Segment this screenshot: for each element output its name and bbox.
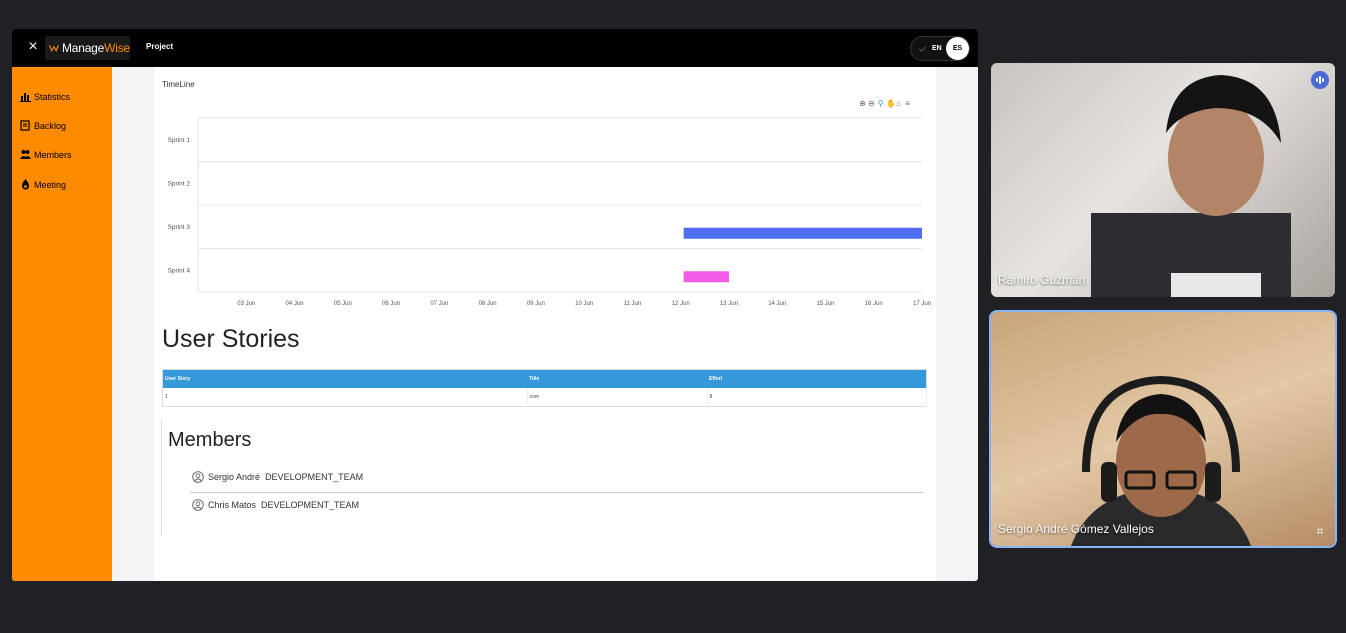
- gantt-bar: [683, 271, 729, 283]
- member-role: DEVELOPMENT_TEAM: [265, 472, 364, 482]
- sidebar-item-label: Meeting: [34, 179, 67, 190]
- participant-video: [1091, 75, 1291, 297]
- app-window: × ManageWise Project EN ES Statistics Ba…: [12, 29, 978, 581]
- x-tick-label: 05 Jun: [334, 301, 352, 307]
- column-header[interactable]: User Story: [162, 369, 527, 388]
- crop-icon[interactable]: ⌗: [1311, 522, 1329, 540]
- close-icon[interactable]: ×: [24, 38, 42, 56]
- sidebar-item-meeting[interactable]: Meeting: [20, 179, 66, 190]
- menu-icon[interactable]: ≡: [904, 100, 911, 108]
- zoom-out-icon[interactable]: ⊖: [868, 100, 875, 108]
- x-tick-label: 11 Jun: [624, 301, 642, 307]
- project-link[interactable]: Project: [146, 42, 173, 51]
- x-tick-label: 07 Jun: [430, 301, 448, 307]
- x-tick-label: 08 Jun: [479, 301, 497, 307]
- language-toggle[interactable]: EN ES: [910, 36, 970, 61]
- sidebar-item-members[interactable]: Members: [20, 149, 72, 160]
- main-content: TimeLine ⊕ ⊖ ⚲ ✋ ⌂ ≡ Sprint 1 Sprint 2 Spr…: [154, 67, 936, 581]
- column-header[interactable]: Title: [527, 369, 707, 388]
- meeting-icon: [22, 179, 29, 190]
- user-icon: [192, 471, 204, 483]
- check-icon: [918, 44, 927, 52]
- lang-es[interactable]: ES: [946, 37, 969, 60]
- member-item[interactable]: Sergio André DEVELOPMENT_TEAM: [192, 471, 363, 483]
- y-tick-label: Sprint 3: [168, 224, 191, 231]
- zoom-in-icon[interactable]: ⊕: [859, 100, 866, 108]
- x-tick-label: 17 Jun: [913, 301, 931, 307]
- sidebar-item-label: Statistics: [34, 91, 71, 102]
- timeline-title: TimeLine: [162, 80, 195, 89]
- x-tick-label: 14 Jun: [768, 301, 786, 307]
- column-header[interactable]: Effort: [707, 369, 927, 388]
- table-cell: com: [527, 388, 708, 407]
- video-tile[interactable]: Ramiro Guzmán: [991, 63, 1335, 297]
- y-tick-label: Sprint 2: [168, 180, 191, 187]
- member-role: DEVELOPMENT_TEAM: [261, 500, 360, 510]
- x-tick-label: 12 Jun: [672, 301, 690, 307]
- sidebar: Statistics Backlog Members Meeting: [12, 67, 112, 581]
- participant-name: Ramiro Guzmán: [998, 273, 1086, 287]
- member-name: Sergio André: [208, 472, 261, 482]
- user-stories-table: User Story Title Effort 1 com 8: [162, 369, 927, 407]
- home-icon[interactable]: ⌂: [895, 100, 902, 108]
- members-icon: [20, 150, 31, 159]
- sidebar-item-label: Members: [34, 149, 72, 160]
- top-bar: × ManageWise Project EN ES: [12, 29, 978, 67]
- gantt-bar: [683, 227, 922, 239]
- x-tick-label: 16 Jun: [865, 301, 883, 307]
- speaking-indicator-icon: [1311, 71, 1329, 89]
- table-header-row: User Story Title Effort: [162, 369, 927, 388]
- member-divider: [190, 492, 923, 493]
- x-tick-label: 15 Jun: [816, 301, 834, 307]
- table-cell: 1: [162, 388, 528, 407]
- y-tick-label: Sprint 4: [168, 267, 191, 274]
- x-tick-label: 03 Jun: [237, 301, 255, 307]
- participant-name: Sergio André Gómez Vallejos: [998, 522, 1154, 536]
- lang-en[interactable]: EN: [932, 45, 942, 52]
- logo-mark-icon: [49, 45, 59, 53]
- backlog-icon: [20, 120, 30, 131]
- x-tick-label: 06 Jun: [382, 301, 400, 307]
- timeline-chart: Sprint 1 Sprint 2 Sprint 3 Sprint 4 03 Jun 04…: [168, 117, 931, 307]
- x-tick-label: 04 Jun: [286, 301, 304, 307]
- user-icon: [192, 499, 204, 511]
- sidebar-item-backlog[interactable]: Backlog: [20, 120, 66, 131]
- member-item[interactable]: Chris Matos DEVELOPMENT_TEAM: [192, 499, 359, 511]
- members-title: Members: [168, 429, 252, 451]
- members-section: Members Sergio André DEVELOPMENT_TEAM Ch…: [161, 420, 932, 535]
- y-tick-label: Sprint 1: [168, 137, 191, 144]
- chart-toolbar: ⊕ ⊖ ⚲ ✋ ⌂ ≡: [859, 100, 911, 108]
- participant-video: [1071, 375, 1251, 546]
- table-cell: 8: [707, 388, 927, 407]
- search-icon[interactable]: ⚲: [877, 100, 884, 108]
- logo[interactable]: ManageWise: [45, 36, 130, 60]
- x-tick-label: 10 Jun: [575, 301, 593, 307]
- logo-text: ManageWise: [61, 41, 130, 55]
- user-stories-title: User Stories: [162, 325, 300, 353]
- x-tick-label: 13 Jun: [720, 301, 738, 307]
- member-name: Chris Matos: [208, 500, 257, 510]
- chart-icon: [20, 93, 31, 102]
- pan-icon[interactable]: ✋: [886, 100, 896, 108]
- sidebar-item-label: Backlog: [34, 120, 67, 131]
- sidebar-item-statistics[interactable]: Statistics: [20, 91, 70, 102]
- x-tick-label: 09 Jun: [527, 301, 545, 307]
- video-tile[interactable]: Sergio André Gómez Vallejos ⌗: [991, 312, 1335, 546]
- table-row[interactable]: 1 com 8: [162, 388, 927, 407]
